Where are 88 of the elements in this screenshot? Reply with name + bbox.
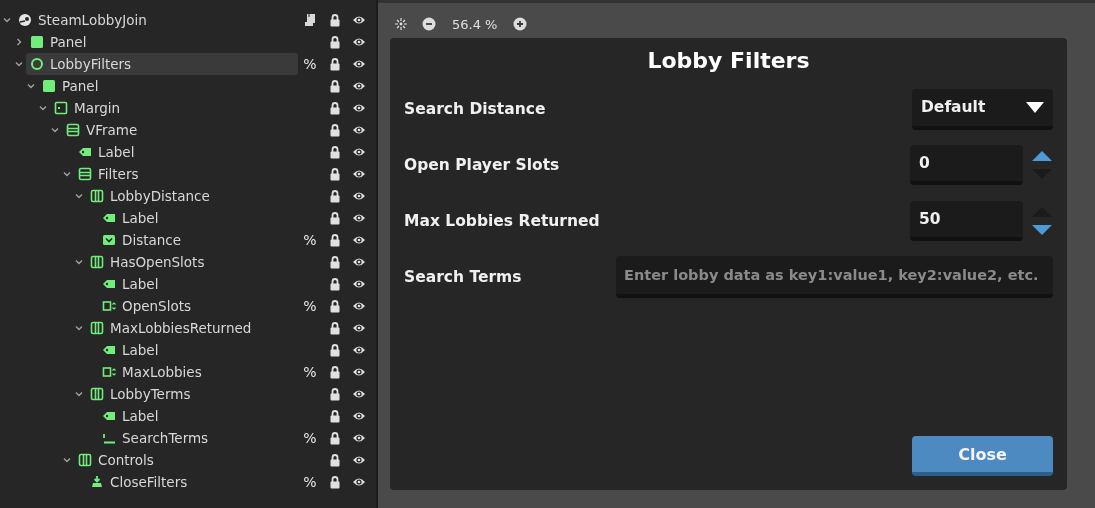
tree-item[interactable]: Label: [74, 141, 298, 163]
lock-icon[interactable]: [328, 167, 342, 181]
center-view-icon[interactable]: [394, 17, 408, 31]
lock-icon[interactable]: [328, 299, 342, 313]
up-arrow-icon[interactable]: [1031, 150, 1053, 162]
unique-name-mark[interactable]: %: [303, 56, 317, 72]
lock-icon[interactable]: [328, 255, 342, 269]
lock-icon[interactable]: [328, 211, 342, 225]
dropdown[interactable]: Default: [912, 88, 1053, 130]
circle-icon: [30, 57, 44, 71]
columns-icon: [90, 255, 104, 269]
rows-icon: [66, 123, 80, 137]
script-icon[interactable]: [303, 13, 317, 27]
spinbox-icon: [102, 299, 116, 313]
lock-icon[interactable]: [328, 35, 342, 49]
lock-icon[interactable]: [328, 431, 342, 445]
tree-item[interactable]: LobbyDistance: [86, 185, 298, 207]
tree-item[interactable]: SearchTerms: [98, 427, 298, 449]
lock-icon[interactable]: [328, 57, 342, 71]
lock-icon[interactable]: [328, 321, 342, 335]
lock-icon[interactable]: [328, 101, 342, 115]
spinbox-icon: [102, 365, 116, 379]
tree-item[interactable]: LobbyFilters: [26, 53, 298, 75]
unique-name-mark[interactable]: %: [303, 232, 317, 248]
lock-icon[interactable]: [328, 189, 342, 203]
unique-name-mark[interactable]: %: [303, 364, 317, 380]
tree-item[interactable]: CloseFilters: [86, 471, 298, 493]
margin-icon: [54, 101, 68, 115]
tag-icon: [102, 211, 116, 225]
tag-icon: [78, 145, 92, 159]
field-label: Max Lobbies Returned: [404, 212, 600, 230]
lock-icon[interactable]: [328, 79, 342, 93]
columns-icon: [90, 321, 104, 335]
columns-icon: [90, 387, 104, 401]
tree-item[interactable]: Label: [98, 207, 298, 229]
lock-icon[interactable]: [328, 145, 342, 159]
unique-name-mark[interactable]: %: [303, 430, 317, 446]
zoom-out-icon[interactable]: [422, 17, 436, 31]
tree-item[interactable]: MaxLobbies: [98, 361, 298, 383]
columns-icon: [78, 453, 92, 467]
lock-icon[interactable]: [328, 475, 342, 489]
field-label: Open Player Slots: [404, 156, 560, 174]
zoom-in-icon[interactable]: [513, 17, 528, 31]
tree-item[interactable]: Label: [98, 339, 298, 361]
lock-icon[interactable]: [328, 13, 342, 27]
dropdown-icon: [102, 233, 116, 247]
lock-icon[interactable]: [328, 343, 342, 357]
tree-item[interactable]: Label: [98, 405, 298, 427]
field-label: Search Distance: [404, 100, 546, 118]
tree-item[interactable]: Controls: [74, 449, 298, 471]
dialog-title: Lobby Filters: [646, 48, 811, 73]
lock-icon[interactable]: [328, 277, 342, 291]
caret-icon: [1025, 100, 1045, 114]
square-icon: [42, 79, 56, 93]
tree-item[interactable]: Margin: [50, 97, 298, 119]
tree-item[interactable]: SteamLobbyJoin: [14, 9, 298, 31]
tree-item[interactable]: MaxLobbiesReturned: [86, 317, 298, 339]
number-field[interactable]: 0: [910, 145, 1023, 185]
zoom-level[interactable]: 56.4 %: [452, 16, 498, 32]
lock-icon[interactable]: [328, 387, 342, 401]
lock-icon[interactable]: [328, 233, 342, 247]
tree-item[interactable]: Filters: [74, 163, 298, 185]
tree-item[interactable]: LobbyTerms: [86, 383, 298, 405]
search-terms-field[interactable]: Enter lobby data as key1:value1, key2:value2, etc.: [616, 256, 1053, 298]
press-icon: [90, 475, 104, 489]
tree-item[interactable]: Panel: [26, 31, 298, 53]
columns-icon: [90, 189, 104, 203]
rows-icon: [78, 167, 92, 181]
tree-item[interactable]: Distance: [98, 229, 298, 251]
text-cursor-icon: [102, 431, 116, 445]
lock-icon[interactable]: [328, 453, 342, 467]
tree-item[interactable]: Label: [98, 273, 298, 295]
tree-item[interactable]: VFrame: [62, 119, 298, 141]
lock-icon[interactable]: [328, 123, 342, 137]
number-field[interactable]: 50: [910, 201, 1023, 241]
lock-icon[interactable]: [328, 409, 342, 423]
lock-icon[interactable]: [328, 365, 342, 379]
tag-icon: [102, 343, 116, 357]
square-icon: [30, 35, 44, 49]
unique-name-mark[interactable]: %: [303, 298, 317, 314]
tree-item[interactable]: OpenSlots: [98, 295, 298, 317]
tree-item[interactable]: HasOpenSlots: [86, 251, 298, 273]
unique-name-mark[interactable]: %: [303, 474, 317, 490]
field-label: Search Terms: [404, 268, 522, 286]
down-arrow-icon[interactable]: [1031, 224, 1053, 236]
tag-icon: [102, 409, 116, 423]
tree-item[interactable]: Panel: [38, 75, 298, 97]
tag-icon: [102, 277, 116, 291]
